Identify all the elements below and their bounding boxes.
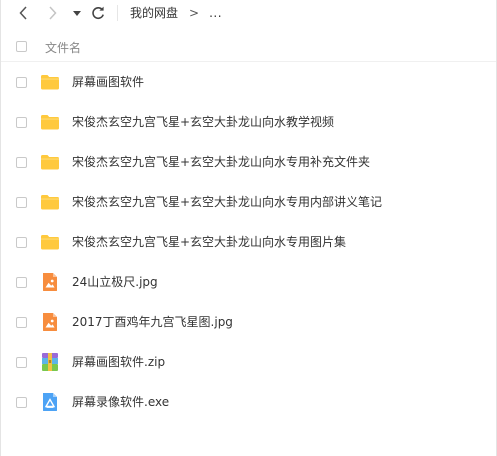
folder-icon [41, 195, 59, 210]
folder-icon [41, 115, 59, 130]
history-dropdown-button[interactable] [72, 3, 82, 23]
list-item[interactable]: 屏幕画图软件.zip [1, 342, 496, 382]
breadcrumb-root-link[interactable]: 我的网盘 [130, 4, 178, 21]
row-checkbox[interactable] [16, 197, 27, 208]
row-checkbox[interactable] [16, 397, 27, 408]
image-file-icon [43, 273, 57, 291]
file-name[interactable]: 宋俊杰玄空九宫飞星+玄空大卦龙山向水专用内部讲义笔记 [72, 193, 382, 210]
list-item[interactable]: 屏幕画图软件 [1, 62, 496, 102]
caret-down-icon [73, 10, 81, 16]
chevron-right-icon [48, 6, 57, 20]
row-checkbox[interactable] [16, 117, 27, 128]
row-checkbox[interactable] [16, 317, 27, 328]
breadcrumb-more[interactable]: ... [209, 6, 222, 20]
executable-file-icon [43, 393, 57, 411]
file-name[interactable]: 宋俊杰玄空九宫飞星+玄空大卦龙山向水专用补充文件夹 [72, 153, 370, 170]
list-item[interactable]: 宋俊杰玄空九宫飞星+玄空大卦龙山向水教学视频 [1, 102, 496, 142]
list-item[interactable]: 屏幕录像软件.exe [1, 382, 496, 422]
folder-icon [41, 155, 59, 170]
file-name[interactable]: 宋俊杰玄空九宫飞星+玄空大卦龙山向水教学视频 [72, 113, 334, 130]
toolbar: 我的网盘 > ... [1, 0, 496, 26]
folder-icon [41, 75, 59, 90]
breadcrumb-separator: > [189, 5, 200, 20]
file-name[interactable]: 屏幕画图软件.zip [72, 353, 165, 370]
file-name[interactable]: 2017丁酉鸡年九宫飞星图.jpg [72, 313, 233, 330]
row-checkbox[interactable] [16, 277, 27, 288]
refresh-button[interactable] [90, 3, 106, 23]
list-item[interactable]: 2017丁酉鸡年九宫飞星图.jpg [1, 302, 496, 342]
back-button[interactable] [16, 3, 30, 23]
zip-archive-icon [42, 353, 58, 371]
folder-icon [41, 235, 59, 250]
row-checkbox[interactable] [16, 157, 27, 168]
chevron-left-icon [18, 6, 27, 20]
select-all-checkbox[interactable] [16, 41, 27, 52]
breadcrumb: 我的网盘 > ... [130, 4, 222, 21]
row-checkbox[interactable] [16, 237, 27, 248]
toolbar-divider [117, 5, 118, 21]
list-item[interactable]: 宋俊杰玄空九宫飞星+玄空大卦龙山向水专用内部讲义笔记 [1, 182, 496, 222]
file-name[interactable]: 屏幕画图软件 [72, 73, 144, 90]
refresh-icon [92, 6, 104, 19]
file-name[interactable]: 宋俊杰玄空九宫飞星+玄空大卦龙山向水专用图片集 [72, 233, 346, 250]
list-item[interactable]: 宋俊杰玄空九宫飞星+玄空大卦龙山向水专用补充文件夹 [1, 142, 496, 182]
list-header: 文件名 [1, 33, 496, 59]
file-name[interactable]: 屏幕录像软件.exe [72, 393, 169, 410]
column-header-name[interactable]: 文件名 [45, 39, 81, 56]
row-checkbox[interactable] [16, 77, 27, 88]
row-checkbox[interactable] [16, 357, 27, 368]
file-name[interactable]: 24山立极尺.jpg [72, 273, 158, 290]
file-browser-window: 我的网盘 > ... 文件名 屏幕画图软件 宋俊杰玄空九宫飞星+玄空大卦龙山向水… [0, 0, 497, 456]
list-item[interactable]: 24山立极尺.jpg [1, 262, 496, 302]
list-item[interactable]: 宋俊杰玄空九宫飞星+玄空大卦龙山向水专用图片集 [1, 222, 496, 262]
forward-button[interactable] [45, 3, 59, 23]
image-file-icon [43, 313, 57, 331]
